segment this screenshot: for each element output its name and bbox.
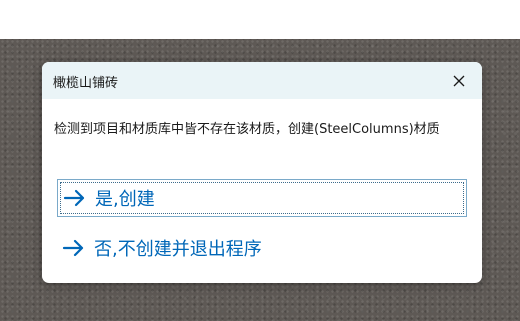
title-bar: 橄榄山铺砖 (42, 62, 482, 99)
command-link-create-label: 是,创建 (95, 189, 155, 210)
task-dialog: 橄榄山铺砖 检测到项目和材质库中皆不存在该材质，创建(SteelColumns)… (42, 62, 482, 283)
right-arrow-icon (63, 189, 85, 207)
close-button[interactable] (444, 66, 474, 96)
command-link-cancel-exit[interactable]: 否,不创建并退出程序 (57, 229, 467, 267)
right-arrow-icon (62, 239, 84, 257)
dialog-title: 橄榄山铺砖 (53, 76, 119, 91)
dialog-message: 检测到项目和材质库中皆不存在该材质，创建(SteelColumns)材质 (54, 122, 440, 137)
command-link-create[interactable]: 是,创建 (57, 179, 467, 217)
close-icon (453, 75, 465, 87)
command-link-cancel-exit-label: 否,不创建并退出程序 (94, 239, 262, 260)
